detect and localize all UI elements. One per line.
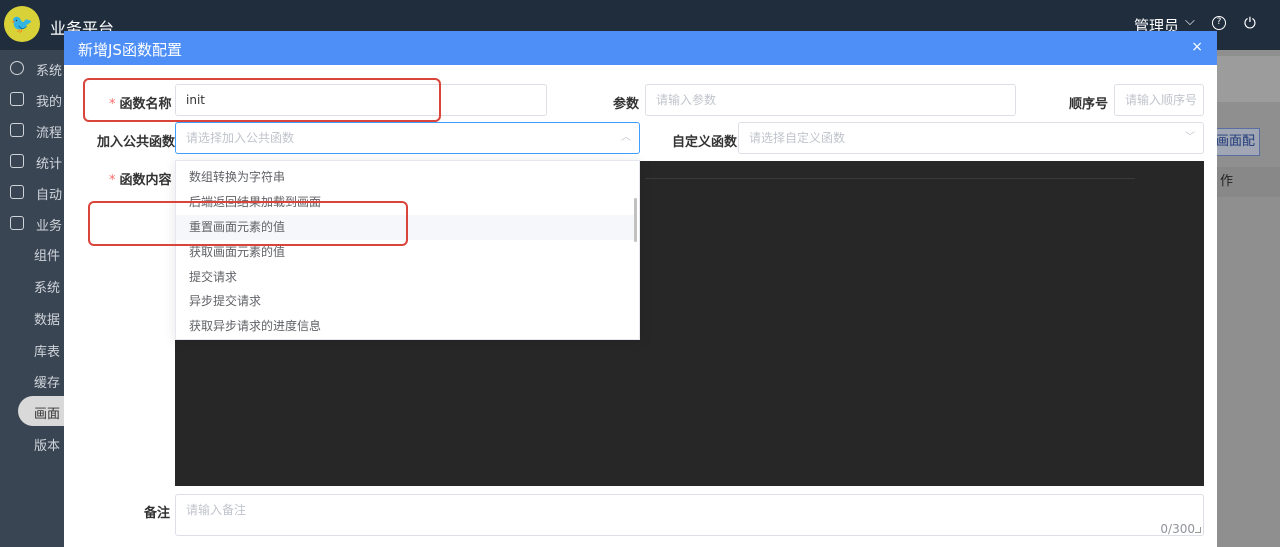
- document-icon: [10, 185, 24, 199]
- content-label: * 函数内容: [109, 173, 172, 188]
- user-icon: [10, 92, 24, 106]
- params-label: 参数: [613, 97, 640, 112]
- background-panel: [1216, 56, 1280, 102]
- operations-header: 作: [1216, 167, 1280, 197]
- dropdown-option[interactable]: 获取画面元素的值: [176, 240, 634, 265]
- sidebar-item-auto[interactable]: 自动: [0, 182, 64, 206]
- dialog-header: 新增JS函数配置 ×: [64, 31, 1217, 65]
- sidebar-sub-cache[interactable]: 缓存: [34, 372, 64, 391]
- public-func-select[interactable]: 请选择加入公共函数 ︿: [175, 122, 640, 154]
- sidebar-sub-version[interactable]: 版本: [34, 435, 64, 454]
- order-label: 顺序号: [1069, 97, 1109, 112]
- public-func-dropdown: 数组转换为字符串 后端返回结果加载到画面 重置画面元素的值 获取画面元素的值 提…: [175, 160, 640, 340]
- custom-func-select[interactable]: 请选择自定义函数 ﹀: [738, 122, 1204, 154]
- sidebar-item-system[interactable]: 系统: [0, 58, 64, 82]
- sidebar-sub-component[interactable]: 组件: [34, 245, 64, 264]
- sidebar-sub-data[interactable]: 数据: [34, 309, 64, 328]
- sidebar-sub-table[interactable]: 库表: [34, 341, 64, 360]
- sidebar-item-process[interactable]: 流程: [0, 120, 64, 144]
- custom-func-label: 自定义函数: [672, 135, 738, 150]
- power-icon[interactable]: ⏻: [1244, 14, 1256, 32]
- dashboard-icon: [10, 216, 24, 230]
- dropdown-scrollbar[interactable]: [634, 198, 637, 242]
- dropdown-option-hovered[interactable]: 重置画面元素的值: [176, 215, 634, 240]
- sidebar-item-business[interactable]: 业务: [0, 213, 64, 237]
- remark-label: 备注: [144, 506, 171, 521]
- editor-line: [645, 178, 1135, 179]
- resize-handle[interactable]: [1195, 527, 1201, 533]
- public-func-label: 加入公共函数: [97, 135, 176, 150]
- dropdown-option[interactable]: 异步提交请求: [176, 289, 634, 314]
- chevron-up-icon: ︿: [621, 132, 631, 143]
- dropdown-option[interactable]: 获取异步请求的进度信息: [176, 314, 634, 339]
- sidebar-item-mine[interactable]: 我的: [0, 89, 64, 113]
- func-name-label: * 函数名称: [109, 97, 172, 112]
- dropdown-option[interactable]: 后端返回结果加载到画面: [176, 190, 634, 215]
- remark-textarea[interactable]: 请输入备注 0/300: [175, 494, 1204, 536]
- params-input[interactable]: 请输入参数: [645, 84, 1016, 116]
- func-name-input[interactable]: init: [175, 84, 547, 116]
- dropdown-option[interactable]: 数组转换为字符串: [176, 165, 634, 190]
- chevron-down-icon[interactable]: ⌵: [1185, 14, 1195, 29]
- order-input[interactable]: 请输入顺序号: [1114, 84, 1204, 116]
- sidebar-item-stats[interactable]: 统计: [0, 151, 64, 175]
- settings-icon: [10, 61, 24, 75]
- screen-config-button[interactable]: 画面配置: [1216, 128, 1260, 156]
- chevron-down-icon: ﹀: [1185, 132, 1195, 143]
- add-js-function-dialog: 新增JS函数配置 × * 函数名称 init 参数 请输入参数 顺序号 请输入顺序…: [64, 31, 1217, 547]
- close-icon[interactable]: ×: [1191, 39, 1203, 55]
- char-counter: 0/300: [1160, 522, 1195, 536]
- dropdown-option[interactable]: 提交请求: [176, 265, 634, 290]
- sidebar-sub-system[interactable]: 系统: [34, 277, 64, 296]
- chart-icon: [10, 154, 24, 168]
- flow-icon: [10, 123, 24, 137]
- dialog-title: 新增JS函数配置: [78, 41, 182, 59]
- background-content: 画面配置 作: [1216, 50, 1280, 547]
- sidebar-sub-screen[interactable]: 画面: [34, 403, 64, 422]
- bird-logo-icon: 🐦: [4, 6, 40, 42]
- help-icon[interactable]: ?: [1212, 16, 1226, 30]
